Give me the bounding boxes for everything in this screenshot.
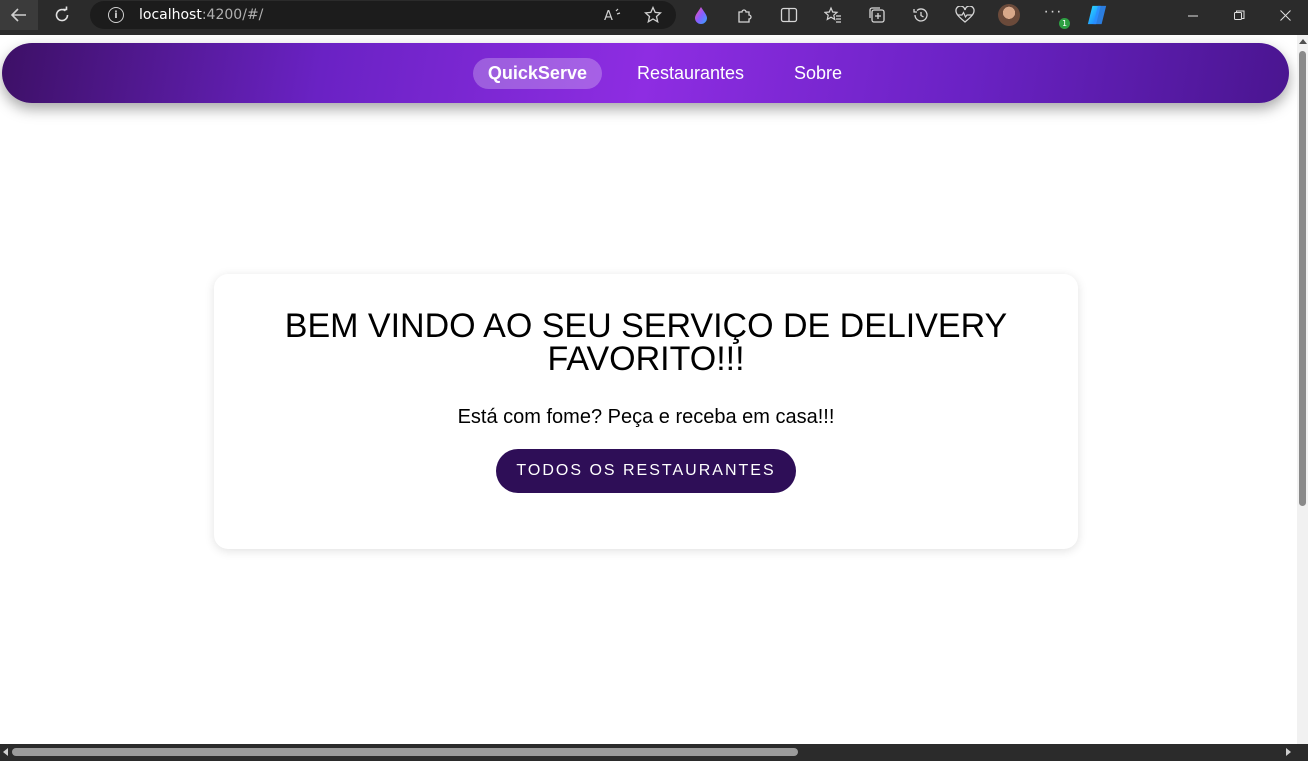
url-host: localhost	[139, 7, 202, 23]
heart-pulse-icon[interactable]	[954, 4, 976, 26]
restore-button[interactable]	[1216, 0, 1262, 30]
notification-badge: 1	[1059, 18, 1070, 29]
browser-toolbar: i localhost:4200/#/ A ··· 1	[0, 0, 1308, 30]
close-button[interactable]	[1262, 0, 1308, 30]
welcome-card: BEM VINDO AO SEU SERVIÇO DE DELIVERY FAV…	[214, 274, 1078, 549]
all-restaurants-button[interactable]: TODOS OS RESTAURANTES	[496, 449, 796, 493]
welcome-title: BEM VINDO AO SEU SERVIÇO DE DELIVERY FAV…	[284, 307, 1008, 378]
collections-icon[interactable]	[866, 4, 888, 26]
puzzle-icon[interactable]	[734, 4, 756, 26]
horizontal-scrollbar[interactable]	[0, 744, 1308, 761]
copilot-icon[interactable]	[1086, 4, 1108, 26]
history-icon[interactable]	[910, 4, 932, 26]
horizontal-scroll-thumb[interactable]	[12, 748, 798, 756]
reload-icon	[55, 6, 69, 22]
drop-extension-icon[interactable]	[690, 4, 712, 26]
url-text[interactable]: localhost:4200/#/	[139, 7, 263, 23]
scroll-right-arrow-icon[interactable]	[1286, 748, 1291, 756]
nav-brand-quickserve[interactable]: QuickServe	[472, 57, 602, 89]
favorites-icon[interactable]	[822, 4, 844, 26]
welcome-subtitle: Está com fome? Peça e receba em casa!!!	[457, 406, 835, 428]
arrow-left-icon	[10, 8, 26, 22]
nav-link-sobre[interactable]: Sobre	[794, 58, 842, 89]
info-icon[interactable]: i	[108, 7, 124, 23]
profile-button[interactable]	[998, 4, 1020, 26]
address-bar[interactable]: i localhost:4200/#/ A	[90, 1, 676, 29]
scroll-up-arrow-icon[interactable]	[1299, 39, 1307, 44]
restore-icon	[1233, 10, 1244, 20]
vertical-scroll-thumb[interactable]	[1299, 51, 1306, 506]
minimize-icon	[1187, 15, 1198, 16]
top-navbar: QuickServe Restaurantes Sobre	[2, 43, 1289, 103]
nav-link-restaurantes[interactable]: Restaurantes	[637, 58, 744, 89]
nav-links: QuickServe Restaurantes Sobre	[472, 57, 842, 89]
minimize-button[interactable]	[1170, 0, 1216, 30]
star-icon[interactable]	[644, 6, 662, 24]
url-path: :4200/#/	[201, 7, 264, 23]
back-button[interactable]	[0, 0, 38, 30]
read-aloud-icon[interactable]: A	[604, 7, 622, 23]
svg-text:A: A	[604, 9, 613, 23]
more-icon[interactable]: ··· 1	[1042, 3, 1070, 29]
vertical-scrollbar[interactable]	[1297, 35, 1308, 744]
reload-button[interactable]	[38, 0, 86, 30]
avatar	[998, 4, 1020, 26]
scroll-left-arrow-icon[interactable]	[3, 748, 8, 756]
close-icon	[1279, 9, 1291, 21]
split-screen-icon[interactable]	[778, 4, 800, 26]
page-viewport: QuickServe Restaurantes Sobre BEM VINDO …	[0, 35, 1297, 744]
